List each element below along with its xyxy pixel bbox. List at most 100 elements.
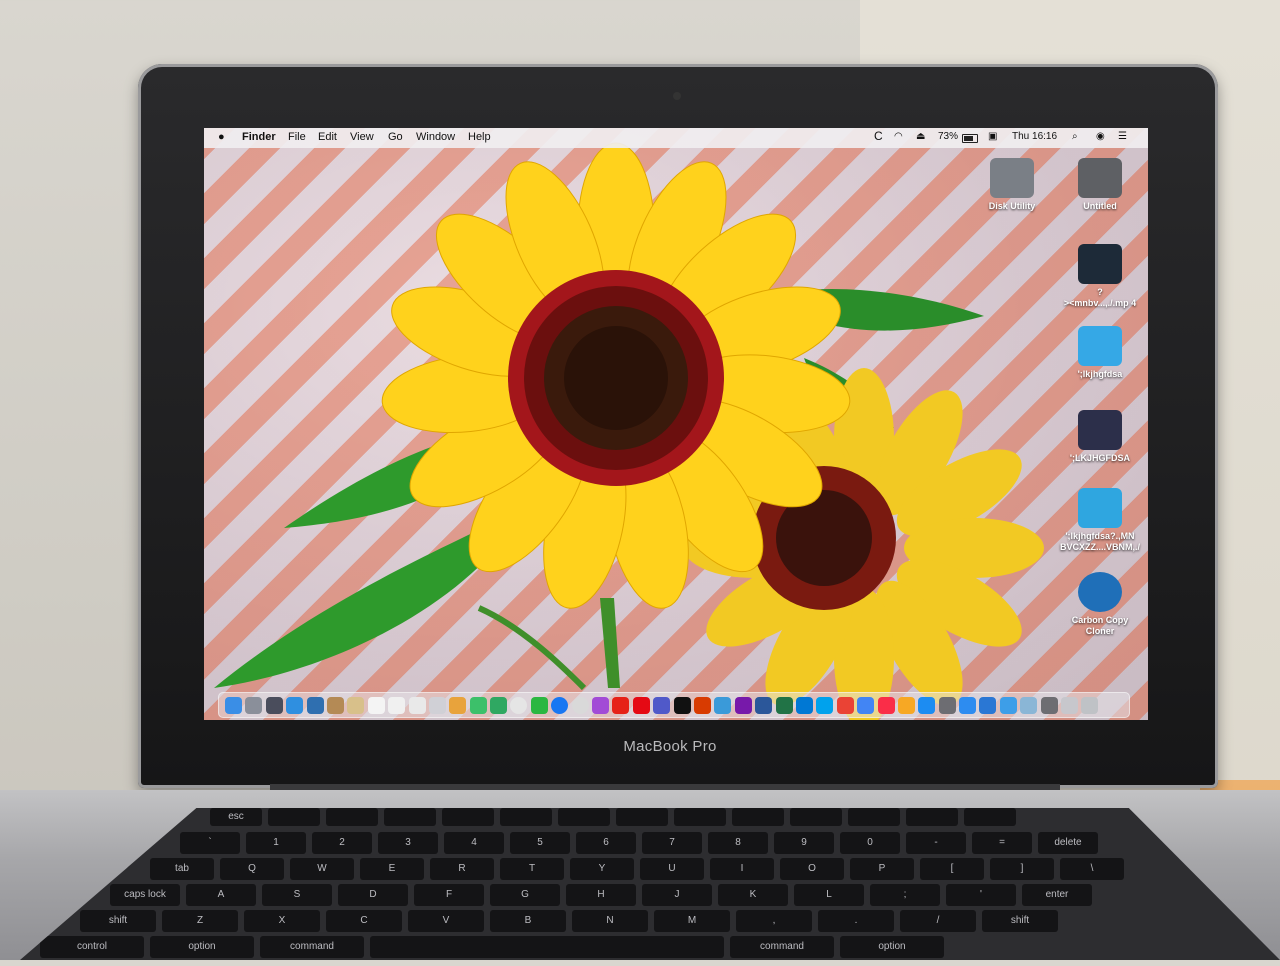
keyboard-key[interactable]: 8 [708,832,768,854]
keyboard-key[interactable]: ' [946,884,1016,906]
keyboard-key[interactable]: 2 [312,832,372,854]
keyboard-key[interactable]: command [260,936,364,958]
app-icon[interactable] [816,696,834,714]
facebook-icon[interactable] [551,696,569,714]
keyboard-key[interactable] [964,808,1016,826]
desktop-icon-app[interactable]: ';lkjhgfdsa?.,MN BVCXZZ....VBNM,./ [1052,488,1148,553]
notification-center-icon[interactable]: ☰ [1118,131,1127,142]
keyboard-key[interactable]: \ [1060,858,1124,880]
netflix-icon[interactable] [632,696,650,714]
keyboard-key[interactable]: 6 [576,832,636,854]
trash-icon[interactable] [1081,696,1099,714]
keyboard-key[interactable]: , [736,910,812,932]
app-icon[interactable] [1040,696,1058,714]
desktop-icon-folder[interactable]: ';lkjhgfdsa [1052,326,1148,380]
sync-icon[interactable]: C [874,129,883,143]
keyboard-key[interactable]: 1 [246,832,306,854]
keyboard-key[interactable]: D [338,884,408,906]
wps-icon[interactable] [979,696,997,714]
keyboard-key[interactable] [790,808,842,826]
keyboard-key[interactable]: ; [870,884,940,906]
excel-icon[interactable] [775,696,793,714]
keyboard-key[interactable]: caps lock [110,884,180,906]
keyboard-key[interactable] [268,808,320,826]
keyboard-key[interactable]: U [640,858,704,880]
reminders-icon[interactable] [388,696,406,714]
docs-icon[interactable] [857,696,875,714]
battery-icon[interactable] [962,134,978,143]
keyboard-key[interactable]: Z [162,910,238,932]
keyboard-key[interactable] [906,808,958,826]
app-icon[interactable] [428,696,446,714]
menu-window[interactable]: Window [416,131,455,143]
keyboard-key[interactable] [442,808,494,826]
keyboard-key[interactable]: 0 [840,832,900,854]
desktop-icon-untitled[interactable]: Untitled [1052,158,1148,212]
keyboard-key[interactable]: option [840,936,944,958]
photos-icon[interactable] [449,696,467,714]
keyboard-key[interactable]: M [654,910,730,932]
keyboard-key[interactable]: F [414,884,484,906]
keyboard-key[interactable]: P [850,858,914,880]
search-icon[interactable]: ⌕ [1072,131,1078,142]
mail-icon[interactable] [326,696,344,714]
menu-edit[interactable]: Edit [318,131,337,143]
menu-file[interactable]: File [288,131,306,143]
keyboard-key[interactable]: option [150,936,254,958]
keyboard-key[interactable]: G [490,884,560,906]
apple-icon[interactable]: ● [218,131,225,143]
siri-icon[interactable]: ◉ [1096,131,1105,142]
keyboard-key[interactable]: I [710,858,774,880]
keyboard-key[interactable]: = [972,832,1032,854]
keyboard-key[interactable]: L [794,884,864,906]
keyboard-key[interactable]: esc [210,808,262,826]
keyboard-key[interactable]: ` [180,832,240,854]
app-icon[interactable] [959,696,977,714]
keyboard-key[interactable]: [ [920,858,984,880]
keyboard-key[interactable]: control [40,936,144,958]
keyboard-key[interactable]: C [326,910,402,932]
wifi-icon[interactable]: ◠ [894,131,903,142]
messenger-icon[interactable] [592,696,610,714]
keyboard-key[interactable]: 5 [510,832,570,854]
keyboard-key[interactable]: 3 [378,832,438,854]
clock[interactable]: Thu 16:16 [1012,131,1057,142]
keyboard-key[interactable]: / [900,910,976,932]
keyboard-key[interactable]: tab [150,858,214,880]
keyboard-key[interactable]: B [490,910,566,932]
keyboard-key[interactable]: X [244,910,320,932]
appstore-icon[interactable] [918,696,936,714]
desktop-icon-keyboard[interactable]: ';LKJHGFDSA [1052,410,1148,464]
keyboard-key[interactable]: E [360,858,424,880]
calendar-icon[interactable] [367,696,385,714]
gmail-icon[interactable] [836,696,854,714]
keyboard-key[interactable] [384,808,436,826]
desktop-icon-carbon-copy-cloner[interactable]: Carbon Copy Cloner [1052,572,1148,637]
onenote-icon[interactable] [734,696,752,714]
app-icon[interactable] [1020,696,1038,714]
keyboard-key[interactable]: J [642,884,712,906]
textedit-icon[interactable] [408,696,426,714]
keyboard-key[interactable]: ] [990,858,1054,880]
app-icon[interactable] [897,696,915,714]
launchpad-icon[interactable] [245,696,263,714]
whatsapp-icon[interactable] [530,696,548,714]
app-icon[interactable] [999,696,1017,714]
chrome-icon[interactable] [510,696,528,714]
app-icon[interactable] [714,696,732,714]
keyboard-key[interactable]: N [572,910,648,932]
tiktok-icon[interactable] [673,696,691,714]
keyboard-key[interactable]: . [818,910,894,932]
eject-icon[interactable]: ⏏ [916,131,925,142]
keyboard-key[interactable]: shift [80,910,156,932]
teams-icon[interactable] [653,696,671,714]
safari-icon[interactable] [286,696,304,714]
notes-icon[interactable] [347,696,365,714]
keyboard-key[interactable]: 7 [642,832,702,854]
keyboard-key[interactable]: S [262,884,332,906]
office-icon[interactable] [693,696,711,714]
messages-icon[interactable] [469,696,487,714]
keyboard-key[interactable]: O [780,858,844,880]
desktop-icon-disk-utility[interactable]: Disk Utility [964,158,1060,212]
keyboard-key[interactable]: V [408,910,484,932]
